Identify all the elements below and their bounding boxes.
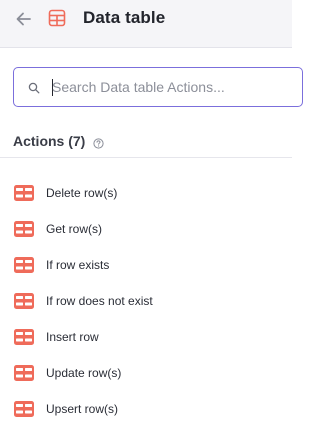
table-icon xyxy=(14,257,34,273)
table-icon xyxy=(14,329,34,345)
action-update-rows[interactable]: Update row(s) xyxy=(0,355,292,391)
table-icon xyxy=(14,365,34,381)
action-insert-row[interactable]: Insert row xyxy=(0,319,292,355)
action-label: Get row(s) xyxy=(46,222,103,236)
table-icon xyxy=(14,401,34,417)
page-title: Data table xyxy=(83,8,166,27)
action-label: Insert row xyxy=(46,330,99,344)
search-input[interactable] xyxy=(52,74,292,100)
actions-list: Delete row(s) Get row(s) If row exists I… xyxy=(0,175,292,427)
action-label: Update row(s) xyxy=(46,366,122,380)
table-icon xyxy=(48,9,66,27)
arrow-left-icon[interactable] xyxy=(14,9,34,29)
section-title: Actions (7) xyxy=(13,133,86,149)
action-upsert-rows[interactable]: Upsert row(s) xyxy=(0,391,292,427)
action-get-rows[interactable]: Get row(s) xyxy=(0,211,292,247)
actions-section-header: Actions (7) xyxy=(13,132,104,150)
table-icon xyxy=(14,293,34,309)
search-box[interactable] xyxy=(13,67,303,107)
panel-header: Data table xyxy=(0,0,292,48)
action-label: Upsert row(s) xyxy=(46,402,119,416)
search-icon xyxy=(28,81,40,94)
action-delete-rows[interactable]: Delete row(s) xyxy=(0,175,292,211)
action-label: If row does not exist xyxy=(46,294,153,308)
action-label: If row exists xyxy=(46,258,110,272)
question-circle-icon[interactable] xyxy=(93,136,104,149)
action-if-row-does-not-exist[interactable]: If row does not exist xyxy=(0,283,292,319)
action-if-row-exists[interactable]: If row exists xyxy=(0,247,292,283)
divider xyxy=(0,157,292,158)
table-icon xyxy=(14,221,34,237)
table-icon xyxy=(14,185,34,201)
action-label: Delete row(s) xyxy=(46,186,118,200)
